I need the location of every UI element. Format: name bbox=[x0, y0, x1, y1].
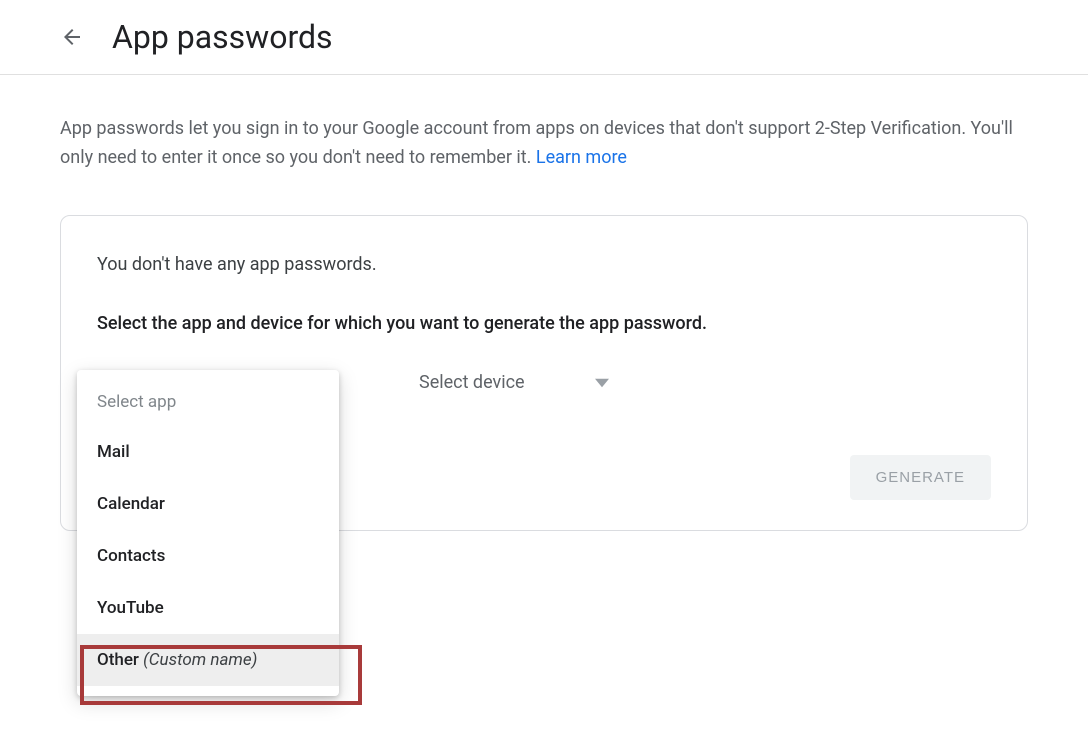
chevron-down-icon bbox=[595, 373, 609, 392]
app-passwords-card: You don't have any app passwords. Select… bbox=[60, 215, 1028, 531]
learn-more-link[interactable]: Learn more bbox=[536, 147, 627, 168]
back-button[interactable] bbox=[60, 25, 84, 49]
generate-button[interactable]: GENERATE bbox=[850, 455, 991, 500]
instruction-text: Select the app and device for which you … bbox=[97, 313, 991, 334]
arrow-left-icon bbox=[60, 25, 84, 49]
page-title: App passwords bbox=[112, 18, 333, 56]
dropdown-item-calendar[interactable]: Calendar bbox=[77, 478, 339, 530]
dropdown-item-youtube[interactable]: YouTube bbox=[77, 582, 339, 634]
select-app-header: Select app bbox=[77, 380, 339, 426]
select-app-dropdown: Select app Mail Calendar Contacts YouTub… bbox=[77, 370, 339, 696]
dropdown-item-mail[interactable]: Mail bbox=[77, 426, 339, 478]
select-device-dropdown[interactable]: Select device bbox=[419, 364, 609, 401]
dropdown-item-other[interactable]: Other (Custom name) bbox=[77, 634, 339, 686]
description-text: App passwords let you sign in to your Go… bbox=[60, 115, 1028, 173]
dropdown-item-other-label: Other bbox=[97, 650, 139, 670]
no-passwords-text: You don't have any app passwords. bbox=[97, 254, 991, 275]
dropdown-item-contacts[interactable]: Contacts bbox=[77, 530, 339, 582]
select-device-label: Select device bbox=[419, 372, 525, 393]
dropdown-item-other-suffix: (Custom name) bbox=[139, 650, 257, 670]
